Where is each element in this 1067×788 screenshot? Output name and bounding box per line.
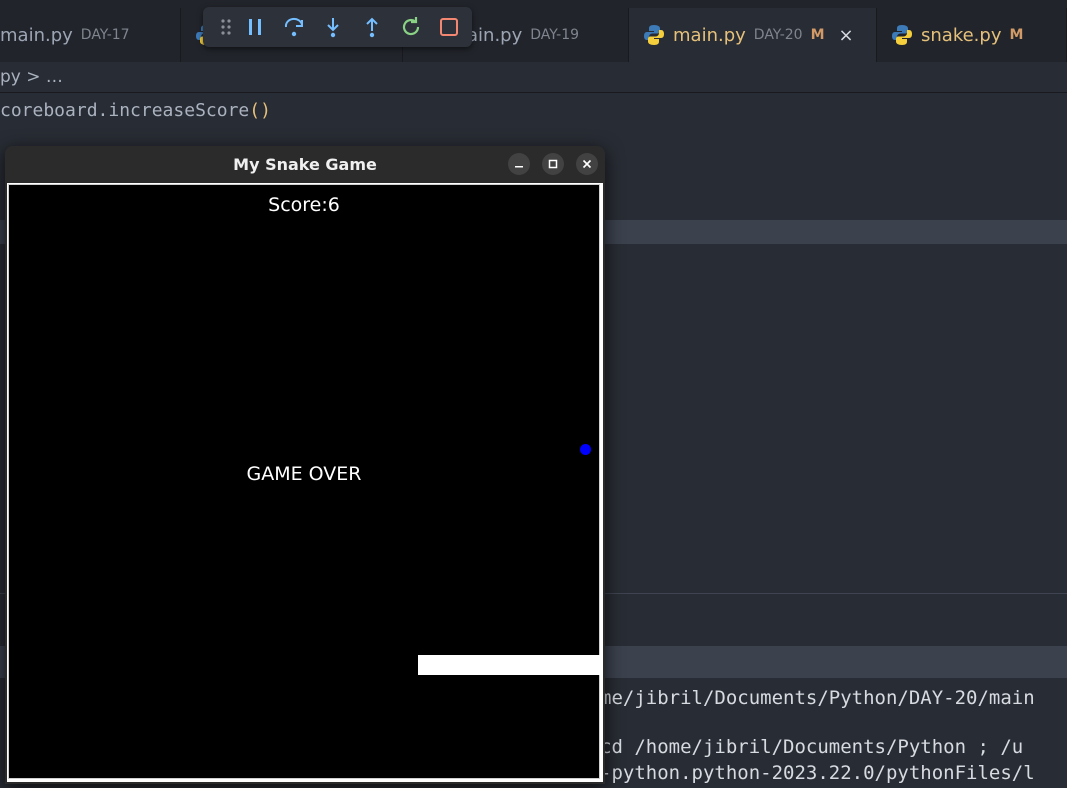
modified-indicator: M bbox=[1009, 27, 1024, 43]
minimize-icon bbox=[515, 166, 523, 168]
tab-label: ain.py bbox=[467, 24, 523, 46]
breadcrumb[interactable]: py > … bbox=[0, 62, 1067, 93]
game-over-label: GAME OVER bbox=[246, 463, 362, 485]
tab-label: main.py bbox=[0, 24, 73, 46]
snake-body bbox=[418, 655, 600, 675]
tab-close-icon[interactable]: × bbox=[839, 25, 854, 46]
close-icon bbox=[582, 159, 592, 169]
tab-main-day20[interactable]: main.py DAY-20 M × bbox=[629, 8, 877, 62]
stop-icon[interactable] bbox=[437, 15, 461, 39]
modified-indicator: M bbox=[810, 27, 825, 43]
tab-label: snake.py bbox=[921, 24, 1002, 46]
debug-toolbar bbox=[203, 7, 472, 47]
python-icon bbox=[891, 24, 913, 46]
editor-tab-bar: main.py DAY-17 ain.py DAY-19 main.py DAY… bbox=[0, 8, 1067, 62]
close-button[interactable] bbox=[576, 153, 598, 175]
score-label: Score:6 bbox=[268, 194, 340, 216]
tab-main-day17[interactable]: main.py DAY-17 bbox=[0, 8, 181, 62]
code-parens: () bbox=[249, 100, 271, 121]
step-into-icon[interactable] bbox=[321, 15, 345, 39]
terminal-line: cd /home/jibril/Documents/Python ; /u bbox=[600, 736, 1024, 758]
pause-icon[interactable] bbox=[243, 15, 267, 39]
terminal-line: -python.python-2023.22.0/pythonFiles/l bbox=[600, 762, 1035, 784]
restart-icon[interactable] bbox=[399, 15, 423, 39]
window-titlebar[interactable]: My Snake Game bbox=[5, 146, 605, 183]
terminal-line: me/jibril/Documents/Python/DAY-20/main bbox=[600, 687, 1035, 709]
tab-label: main.py bbox=[673, 24, 746, 46]
tab-folder: DAY-17 bbox=[80, 27, 130, 43]
minimize-button[interactable] bbox=[508, 153, 530, 175]
food-dot bbox=[580, 444, 591, 455]
tab-folder: DAY-19 bbox=[530, 27, 580, 43]
window-top-strip bbox=[0, 0, 1067, 8]
code-text: coreboard.increaseScore bbox=[0, 100, 250, 121]
tab-snake[interactable]: snake.py M bbox=[877, 8, 1067, 62]
grip-icon[interactable] bbox=[214, 15, 238, 39]
maximize-button[interactable] bbox=[542, 153, 564, 175]
tab-folder: DAY-20 bbox=[753, 27, 803, 43]
snake-game-window[interactable]: My Snake Game Score:6 GAME OVER bbox=[5, 146, 605, 784]
code-line: coreboard.increaseScore() bbox=[0, 100, 271, 121]
game-canvas[interactable]: Score:6 GAME OVER bbox=[8, 184, 600, 779]
python-icon bbox=[643, 24, 665, 46]
step-over-icon[interactable] bbox=[282, 15, 306, 39]
maximize-icon bbox=[548, 159, 558, 169]
step-out-icon[interactable] bbox=[360, 15, 384, 39]
game-canvas-frame: Score:6 GAME OVER bbox=[7, 183, 603, 782]
